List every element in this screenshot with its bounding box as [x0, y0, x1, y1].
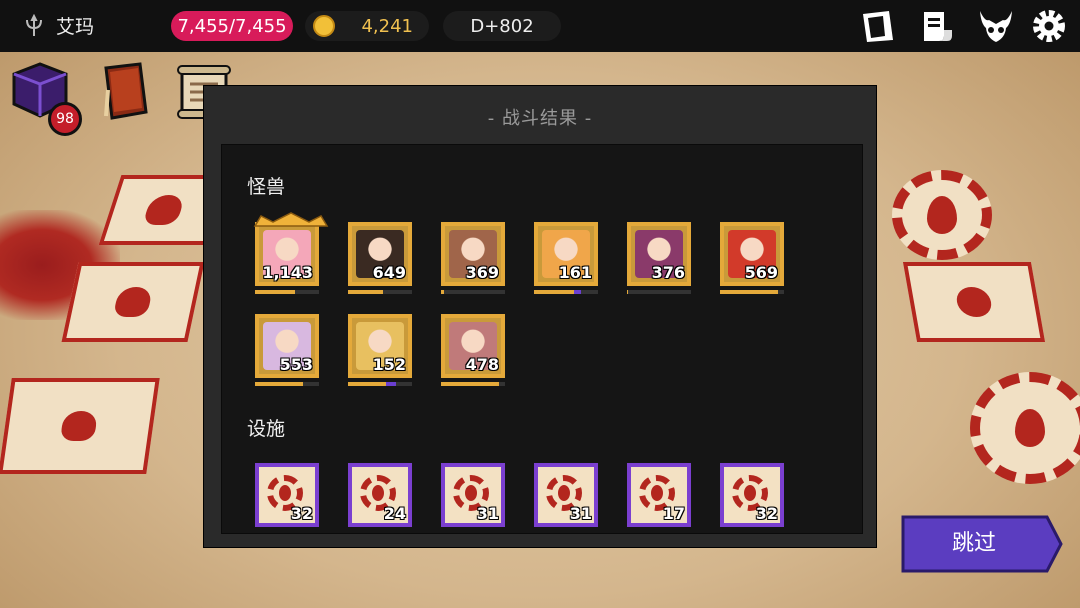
facility-card[interactable]: 31: [534, 463, 598, 527]
egg-icon: [372, 485, 384, 501]
monster-xp-bar: [441, 382, 505, 386]
gear-rune-tile: [892, 170, 992, 260]
monster-card[interactable]: 1,143: [253, 212, 329, 286]
box-badge-count: 98: [56, 111, 74, 127]
egg-icon: [651, 485, 663, 501]
gear-rune-tile: [970, 372, 1080, 484]
monster-value: 161: [558, 263, 592, 282]
monster-value: 649: [372, 263, 406, 282]
monster-xp-bar: [720, 290, 784, 294]
monster-value: 553: [279, 355, 313, 374]
monster-xp-bar: [348, 382, 412, 386]
xp-bonus-fill: [386, 382, 396, 386]
egg-icon: [744, 485, 756, 501]
monster-value: 369: [465, 263, 499, 282]
facility-value: 32: [290, 504, 313, 523]
monster-card[interactable]: 649: [348, 222, 412, 286]
spiral-rune-tile: [902, 262, 1046, 342]
xp-bar-fill: [441, 290, 444, 294]
monster-value: 1,143: [262, 263, 313, 282]
skull-rune-tile: [61, 262, 205, 342]
facility-card[interactable]: 17: [627, 463, 691, 527]
hp-display: 7,455/7,455: [171, 11, 293, 41]
monster-xp-bar: [348, 290, 412, 294]
treasure-box-button[interactable]: 98: [8, 60, 82, 136]
facility-card[interactable]: 24: [348, 463, 412, 527]
xp-bar-fill: [348, 290, 384, 294]
player-name: 艾玛: [56, 16, 95, 38]
egg-icon: [279, 485, 291, 501]
monster-xp-bar: [627, 290, 691, 294]
monster-value: 569: [744, 263, 778, 282]
monster-value: 376: [651, 263, 685, 282]
facility-value: 31: [476, 504, 499, 523]
monster-card[interactable]: 376: [627, 222, 691, 286]
spellbook-button[interactable]: [94, 60, 158, 124]
dialog-title: - 战斗结果 -: [487, 108, 593, 129]
scroll-icon[interactable]: [918, 8, 956, 44]
journal-icon[interactable]: [859, 8, 897, 44]
gear-icon[interactable]: [1030, 8, 1068, 44]
xp-bar-fill: [534, 290, 574, 294]
monster-card[interactable]: 553: [255, 314, 319, 378]
xp-bar-fill: [441, 382, 499, 386]
xp-bar-fill: [627, 290, 629, 294]
monster-value: 152: [372, 355, 406, 374]
result-panel: 怪兽 1,143 649 369 161 376 569 553 152 478 设施 32 24…: [221, 144, 863, 534]
facilities-section-title: 设施: [247, 418, 286, 440]
egg-icon: [465, 485, 477, 501]
monsters-section-title: 怪兽: [247, 176, 286, 198]
trident-icon: [26, 13, 42, 36]
gold-display: 4,241: [305, 11, 429, 41]
xp-bar-fill: [720, 290, 778, 294]
monster-card[interactable]: 478: [441, 314, 505, 378]
facility-card[interactable]: 32: [720, 463, 784, 527]
box-badge: 98: [48, 102, 82, 136]
xp-bar-fill: [255, 290, 295, 294]
monster-xp-bar: [255, 382, 319, 386]
gold-amount: 4,241: [361, 15, 413, 37]
demon-head-icon[interactable]: [977, 8, 1015, 44]
monster-card[interactable]: 161: [534, 222, 598, 286]
monster-xp-bar: [255, 290, 319, 294]
xp-bar-fill: [348, 382, 387, 386]
day-counter: D+802: [443, 11, 561, 41]
facility-value: 17: [662, 504, 685, 523]
monster-card[interactable]: 569: [720, 222, 784, 286]
top-status-bar: 艾玛 7,455/7,455 4,241 D+802: [0, 0, 1080, 52]
facility-value: 31: [569, 504, 592, 523]
monster-card[interactable]: 152: [348, 314, 412, 378]
monster-card[interactable]: 369: [441, 222, 505, 286]
crown-icon: [253, 212, 329, 227]
skull-rune-tile: [0, 378, 160, 474]
gold-coin-icon: [313, 15, 335, 37]
facility-value: 32: [755, 504, 778, 523]
red-book-icon: [104, 62, 148, 120]
monster-value: 478: [465, 355, 499, 374]
xp-bar-fill: [255, 382, 303, 386]
facility-card[interactable]: 31: [441, 463, 505, 527]
egg-icon: [558, 485, 570, 501]
battle-result-dialog: - 战斗结果 - 怪兽 1,143 649 369 161 376 569 553 152 47…: [203, 85, 877, 548]
facility-value: 24: [383, 504, 406, 523]
player-info: 艾玛: [22, 12, 94, 39]
skip-button[interactable]: 跳过: [901, 515, 1047, 573]
monster-xp-bar: [534, 290, 598, 294]
xp-bonus-fill: [573, 290, 582, 294]
facility-card[interactable]: 32: [255, 463, 319, 527]
monster-xp-bar: [441, 290, 505, 294]
